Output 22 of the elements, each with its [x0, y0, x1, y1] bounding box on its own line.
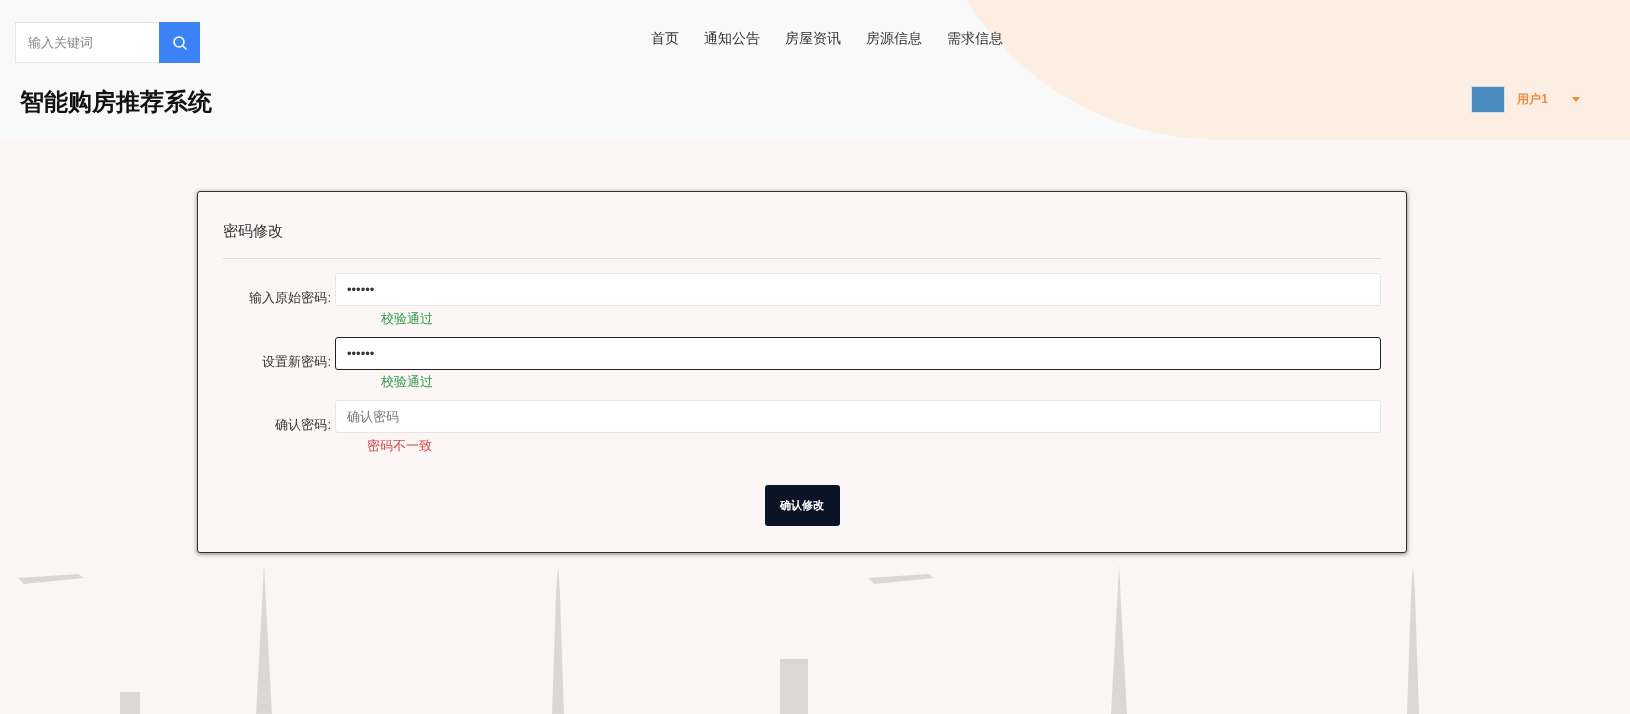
site-title: 智能购房推荐系统	[20, 87, 212, 117]
password-field[interactable]: ••••••	[335, 336, 1381, 370]
field-label: 设置新密码:	[261, 352, 332, 371]
field-label: 输入原始密码:	[248, 289, 332, 307]
field-label: 确认密码:	[274, 416, 332, 434]
search-field[interactable]: 输入关键词	[15, 22, 159, 63]
nav-link[interactable]: 需求信息	[947, 28, 1003, 49]
submit-button[interactable]: 确认修改	[764, 484, 840, 526]
caret-icon	[1572, 96, 1580, 102]
validation-message: 校验通过	[381, 309, 433, 328]
validation-message: 密码不一致	[367, 436, 432, 455]
nav-link[interactable]: 首页	[651, 28, 679, 49]
validation-message: 校验通过	[381, 373, 433, 392]
avatar-image	[1471, 85, 1506, 113]
form-title: 密码修改	[223, 222, 283, 239]
search-button[interactable]	[159, 22, 200, 63]
search-icon	[171, 34, 188, 51]
nav-link[interactable]: 房屋资讯	[785, 28, 841, 49]
nav-link[interactable]: 房源信息	[866, 28, 922, 49]
nav-link[interactable]: 通知公告	[704, 28, 760, 49]
password-field[interactable]: 确认密码	[335, 400, 1381, 434]
password-field[interactable]: ••••••	[335, 273, 1381, 307]
